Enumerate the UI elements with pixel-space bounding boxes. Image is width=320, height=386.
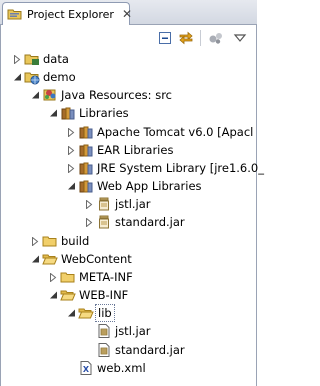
tree-item[interactable]: standard.jar [0, 341, 257, 359]
project-explorer-icon [7, 6, 23, 22]
tree-item-label: Java Resources: src [61, 88, 172, 102]
close-icon[interactable]: ✕ [122, 8, 132, 20]
tree-item-label: WebContent [61, 252, 132, 266]
toolbar-separator [200, 30, 201, 46]
project-icon [24, 50, 40, 68]
project-explorer-tab[interactable]: Project Explorer ✕ [2, 2, 132, 25]
tree-item-label: JRE System Library [jre1.6.0_ [97, 161, 264, 175]
collapsed-twisty-icon[interactable] [84, 213, 94, 231]
view-menu-chevron-icon[interactable] [232, 30, 248, 46]
tree-item-label: jstl.jar [115, 197, 151, 211]
expanded-twisty-icon[interactable] [30, 86, 40, 104]
tree-item[interactable]: Libraries [0, 104, 257, 122]
tree-item[interactable]: Web App Libraries [0, 177, 257, 195]
collapsed-twisty-icon[interactable] [66, 123, 76, 141]
tree-item-label: WEB-INF [79, 288, 129, 302]
tree-item[interactable]: WEB-INF [0, 286, 257, 304]
xml-file-icon: X [78, 359, 94, 377]
expanded-twisty-icon[interactable] [48, 104, 58, 122]
tree-item-label: jstl.jar [115, 324, 151, 338]
jar-icon [96, 213, 112, 231]
tree-item[interactable]: lib [0, 304, 257, 322]
collapsed-twisty-icon[interactable] [48, 268, 58, 286]
tree-item[interactable]: WebContent [0, 250, 257, 268]
library-icon [78, 159, 94, 177]
jar-file-icon [96, 341, 112, 359]
tree-item[interactable]: build [0, 232, 257, 250]
tree-item-label: web.xml [97, 361, 146, 375]
collapsed-twisty-icon[interactable] [66, 141, 76, 159]
tree-item[interactable]: META-INF [0, 268, 257, 286]
svg-text:X: X [83, 365, 90, 374]
collapsed-twisty-icon[interactable] [12, 50, 22, 68]
tree-item-label: Web App Libraries [97, 179, 202, 193]
tree-item-label: demo [43, 70, 76, 84]
view-settings-icon[interactable] [208, 30, 224, 46]
jar-file-icon [96, 322, 112, 340]
collapsed-twisty-icon[interactable] [84, 195, 94, 213]
tree-item[interactable]: JRE System Library [jre1.6.0_ [0, 159, 264, 177]
tree-item[interactable]: demo [0, 68, 257, 86]
tree-item[interactable]: Apache Tomcat v6.0 [Apacl [0, 123, 257, 141]
tree-item-label: Apache Tomcat v6.0 [Apacl [97, 125, 254, 139]
link-with-editor-icon[interactable] [178, 30, 194, 46]
tree-item[interactable]: Java Resources: src [0, 86, 257, 104]
expanded-twisty-icon[interactable] [66, 304, 76, 322]
collapse-all-icon[interactable] [157, 30, 173, 46]
library-icon [78, 123, 94, 141]
tree-item-label: data [43, 52, 69, 66]
view-tab-bar: Project Explorer ✕ [0, 0, 257, 25]
expanded-twisty-icon[interactable] [12, 68, 22, 86]
tree-item[interactable]: data [0, 50, 257, 68]
tree-item-label: lib [95, 304, 115, 322]
view-toolbar [0, 26, 257, 50]
tree-item-label: standard.jar [115, 215, 185, 229]
tree-item-label: META-INF [79, 270, 133, 284]
tree-item[interactable]: Xweb.xml [0, 359, 257, 377]
expanded-twisty-icon[interactable] [30, 250, 40, 268]
tree-item[interactable]: jstl.jar [0, 195, 257, 213]
folder-open-icon [60, 286, 76, 304]
tree-item-label: build [61, 234, 90, 248]
folder-open-icon [78, 304, 94, 322]
folder-icon [42, 232, 58, 250]
tree-item[interactable]: standard.jar [0, 213, 257, 231]
view-title: Project Explorer [27, 7, 114, 21]
folder-open-icon [42, 250, 58, 268]
tree-item-label: standard.jar [115, 343, 185, 357]
java-resources-icon [42, 86, 58, 104]
expanded-twisty-icon[interactable] [48, 286, 58, 304]
jar-icon [96, 195, 112, 213]
tree-item-label: Libraries [79, 106, 129, 120]
expanded-twisty-icon[interactable] [66, 177, 76, 195]
collapsed-twisty-icon[interactable] [66, 159, 76, 177]
libraries-icon [60, 104, 76, 122]
library-icon [78, 177, 94, 195]
tree-item-label: EAR Libraries [97, 143, 174, 157]
collapsed-twisty-icon[interactable] [30, 232, 40, 250]
tree-item[interactable]: jstl.jar [0, 322, 257, 340]
tree-item[interactable]: EAR Libraries [0, 141, 257, 159]
library-icon [78, 141, 94, 159]
folder-icon [60, 268, 76, 286]
web-project-icon [24, 68, 40, 86]
